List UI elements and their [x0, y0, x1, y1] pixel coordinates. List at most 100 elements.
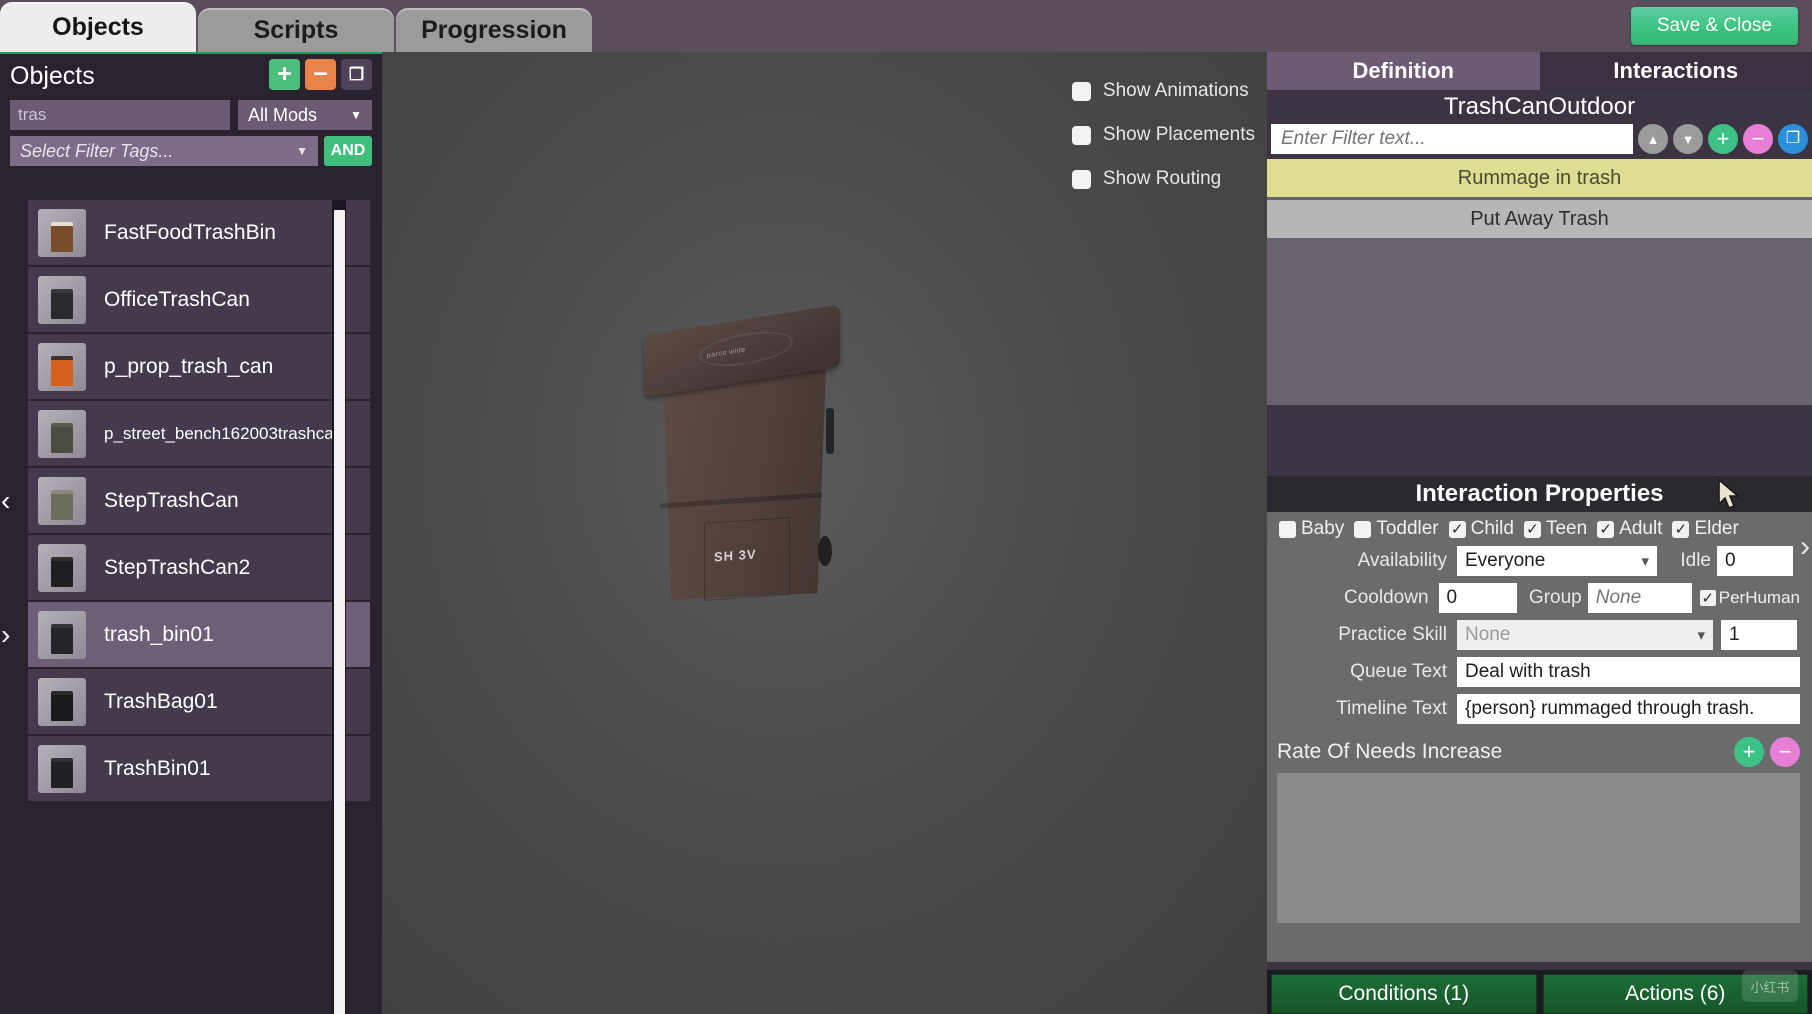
object-list-item[interactable]: FastFoodTrashBin	[28, 200, 370, 265]
viewport-checkbox[interactable]: Show Routing	[1071, 168, 1255, 190]
add-interaction-button[interactable]: +	[1708, 124, 1738, 154]
save-and-close-label: Save & Close	[1656, 15, 1772, 36]
tab-objects[interactable]: Objects	[0, 2, 196, 52]
move-up-button[interactable]: ▲	[1638, 124, 1668, 154]
tab-interactions-label: Interactions	[1613, 58, 1739, 83]
cooldown-input[interactable]	[1438, 583, 1517, 613]
viewport-checkbox[interactable]: Show Placements	[1071, 124, 1255, 146]
object-thumbnail	[38, 543, 86, 592]
practice-skill-amount-input[interactable]	[1721, 620, 1797, 650]
duplicate-object-button[interactable]: ❐	[341, 59, 372, 90]
row-collapse-arrow-icon[interactable]: ‹	[1, 486, 10, 515]
move-down-button[interactable]: ▼	[1673, 124, 1703, 154]
timeline-text-input[interactable]	[1457, 694, 1800, 724]
objects-search-input[interactable]	[10, 100, 230, 130]
object-thumbnail	[38, 476, 86, 525]
mods-dropdown[interactable]: All Mods ▼	[238, 100, 372, 130]
viewport-checkbox-label: Show Animations	[1102, 80, 1249, 101]
object-thumbnail	[38, 744, 86, 793]
tab-progression[interactable]: Progression	[396, 8, 592, 52]
trash-can-icon	[51, 757, 73, 788]
object-list-item-label: TrashBin01	[104, 756, 211, 780]
object-list-item[interactable]: OfficeTrashCan	[28, 267, 370, 332]
age-checkbox[interactable]: Toddler	[1354, 518, 1439, 540]
availability-select[interactable]: Everyone ▾	[1457, 546, 1657, 576]
age-checkbox[interactable]: ✓ Child	[1448, 518, 1514, 540]
main-tabs: Objects Scripts Progression	[0, 0, 594, 52]
object-list-item-label: OfficeTrashCan	[104, 287, 250, 311]
practice-skill-select[interactable]: None ▾	[1457, 620, 1713, 650]
row-expand-arrow-icon[interactable]: ›	[1, 620, 10, 649]
trash-can-icon	[51, 221, 73, 252]
age-checkbox[interactable]: ✓ Elder	[1672, 518, 1739, 540]
age-checkbox-label: Teen	[1545, 518, 1588, 539]
trash-can-icon	[51, 556, 73, 587]
filter-tags-dropdown[interactable]: Select Filter Tags... ▼	[10, 136, 318, 166]
trash-can-icon	[51, 422, 73, 453]
minus-icon: −	[1751, 126, 1765, 151]
availability-label: Availability	[1357, 550, 1447, 571]
object-list[interactable]: FastFoodTrashBin OfficeTrashCan p_prop_tra…	[1, 200, 370, 801]
perhuman-label: PerHuman	[1718, 588, 1800, 607]
viewport-checkbox[interactable]: Show Animations	[1071, 80, 1255, 102]
bottom-button-row: Conditions (1) Actions (6)	[1267, 970, 1812, 1014]
object-list-item-label: StepTrashCan	[104, 488, 239, 512]
definition-tabs: Definition Interactions	[1267, 52, 1812, 90]
duplicate-icon: ❐	[1785, 130, 1801, 147]
object-list-scrollbar-thumb[interactable]	[334, 210, 345, 1014]
conditions-button[interactable]: Conditions (1)	[1271, 974, 1537, 1014]
chevron-down-icon: ▾	[1641, 553, 1649, 570]
age-checkbox[interactable]: ✓ Teen	[1523, 518, 1588, 540]
interaction-properties-panel: Interaction Properties Baby Toddler ✓ Child…	[1267, 476, 1812, 962]
perhuman-checkbox[interactable]: ✓ PerHuman	[1699, 588, 1800, 608]
checkbox-icon	[1071, 125, 1091, 145]
trash-can-icon	[51, 489, 73, 520]
viewport-options: Show Animations Show Placements Show Routi…	[1071, 80, 1255, 212]
interaction-list-item[interactable]: Put Away Trash	[1267, 200, 1812, 238]
object-name-heading: TrashCanOutdoor	[1443, 93, 1636, 120]
remove-interaction-button[interactable]: −	[1743, 124, 1773, 154]
chevron-down-icon: ▼	[350, 108, 362, 122]
group-input[interactable]	[1587, 583, 1692, 613]
trash-can-icon	[51, 690, 73, 721]
object-list-item[interactable]: ‹ StepTrashCan	[1, 468, 370, 533]
queue-text-label: Queue Text	[1350, 661, 1447, 682]
age-checkbox[interactable]: Baby	[1279, 518, 1344, 540]
age-checkbox[interactable]: ✓ Adult	[1597, 518, 1662, 540]
object-list-item[interactable]: › trash_bin01	[1, 602, 370, 667]
plus-icon: +	[1716, 126, 1730, 151]
object-list-item[interactable]: p_street_bench162003trashcan	[28, 401, 370, 466]
object-thumbnail	[38, 409, 86, 458]
tab-scripts[interactable]: Scripts	[198, 8, 394, 52]
practice-skill-value: None	[1465, 624, 1511, 645]
save-and-close-button[interactable]: Save & Close	[1630, 7, 1798, 45]
tab-interactions[interactable]: Interactions	[1539, 52, 1812, 90]
object-list-item[interactable]: StepTrashCan2	[28, 535, 370, 600]
queue-text-row: Queue Text	[1267, 657, 1812, 687]
interaction-list-item[interactable]: Rummage in trash	[1267, 159, 1812, 197]
and-toggle-button[interactable]: AND	[324, 136, 372, 166]
objects-panel-actions: + − ❐	[269, 59, 372, 90]
rate-of-needs-list[interactable]	[1277, 773, 1800, 923]
remove-need-button[interactable]: −	[1770, 737, 1800, 767]
duplicate-interaction-button[interactable]: ❐	[1778, 124, 1808, 154]
group-label: Group	[1528, 587, 1582, 608]
object-thumbnail	[38, 342, 86, 391]
collapse-panel-chevron-icon[interactable]: ›	[1800, 530, 1810, 564]
interaction-list[interactable]: Rummage in trash Put Away Trash	[1267, 159, 1812, 405]
queue-text-input[interactable]	[1457, 657, 1800, 687]
object-list-item[interactable]: TrashBin01	[28, 736, 370, 801]
remove-object-button[interactable]: −	[305, 59, 336, 90]
add-object-button[interactable]: +	[269, 59, 300, 90]
checkbox-icon	[1279, 520, 1296, 538]
trash-bin-3d-model[interactable]: parco wide SH 3V	[640, 304, 870, 610]
definition-panel: Definition Interactions TrashCanOutdoor …	[1267, 52, 1812, 1014]
add-need-button[interactable]: +	[1734, 737, 1764, 767]
idle-input[interactable]	[1717, 546, 1793, 576]
object-list-item[interactable]: p_prop_trash_can	[28, 334, 370, 399]
object-list-item[interactable]: TrashBag01	[28, 669, 370, 734]
age-checkbox-label: Adult	[1619, 518, 1663, 539]
tab-definition[interactable]: Definition	[1267, 52, 1540, 90]
interaction-filter-input[interactable]	[1271, 124, 1633, 154]
model-viewport[interactable]: parco wide SH 3V Show Animations Show Pla…	[382, 52, 1267, 1014]
